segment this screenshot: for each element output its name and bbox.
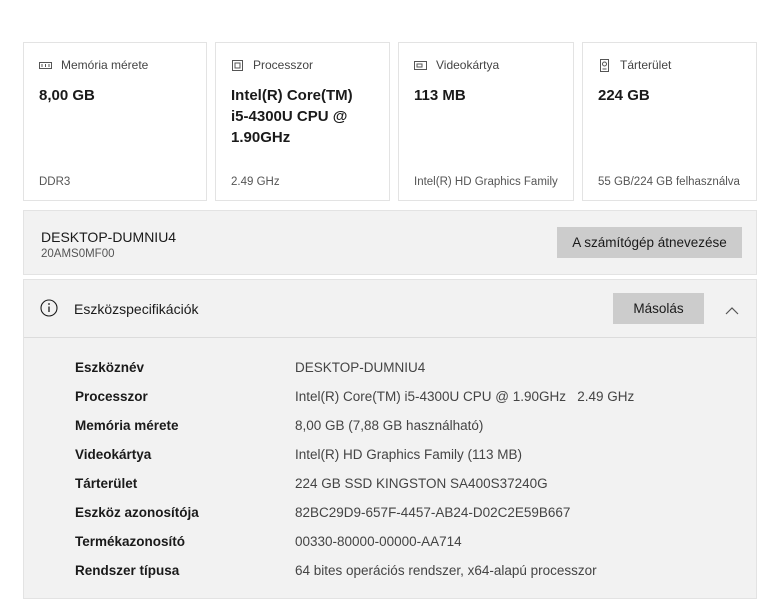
- processor-card-label: Processzor: [253, 58, 314, 72]
- memory-card-label: Memória mérete: [61, 58, 149, 72]
- chevron-up-icon[interactable]: [725, 302, 739, 315]
- storage-card-footer: 55 GB/224 GB felhasználva: [598, 176, 740, 188]
- spec-key: Termékazonosító: [75, 534, 186, 549]
- spec-value: Intel(R) HD Graphics Family (113 MB): [295, 447, 523, 462]
- memory-card-footer: DDR3: [39, 176, 71, 188]
- graphics-card-footer: Intel(R) HD Graphics Family: [414, 176, 558, 188]
- device-specifications-title: Eszközspecifikációk: [74, 301, 199, 317]
- spec-key: Memória mérete: [75, 418, 179, 433]
- spec-value: 8,00 GB (7,88 GB használható): [295, 418, 484, 433]
- spec-value: 82BC29D9-657F-4457-AB24-D02C2E59B667: [295, 505, 571, 520]
- hardware-summary-cards: Memória mérete 8,00 GB DDR3 Processzor I…: [23, 42, 757, 203]
- device-specifications-panel: Eszközspecifikációk Másolás Eszköznév DE…: [23, 279, 757, 599]
- storage-card: Tárterület 224 GB 55 GB/224 GB felhaszná…: [582, 42, 757, 201]
- spec-key: Eszköznév: [75, 360, 145, 375]
- spec-value: 64 bites operációs rendszer, x64-alapú p…: [295, 563, 597, 578]
- processor-card-value: Intel(R) Core(TM) i5-4300U CPU @ 1.90GHz: [231, 87, 353, 146]
- spec-value: DESKTOP-DUMNIU4: [295, 360, 426, 375]
- graphics-card: Videokártya 113 MB Intel(R) HD Graphics …: [398, 42, 574, 201]
- storage-card-label: Tárterület: [620, 58, 672, 72]
- graphics-card-label: Videokártya: [436, 58, 500, 72]
- copy-button[interactable]: Másolás: [613, 293, 704, 324]
- spec-key: Processzor: [75, 389, 148, 404]
- spec-key: Tárterület: [75, 476, 138, 491]
- memory-icon: [39, 59, 52, 72]
- spec-key: Eszköz azonosítója: [75, 505, 199, 520]
- spec-value: 224 GB SSD KINGSTON SA400S37240G: [295, 476, 548, 491]
- processor-icon: [231, 59, 244, 72]
- spec-key: Videokártya: [75, 447, 152, 462]
- info-icon: [40, 299, 58, 317]
- device-name: DESKTOP-DUMNIU4: [41, 229, 177, 245]
- memory-card-value: 8,00 GB: [39, 87, 95, 104]
- graphics-card-value: 113 MB: [414, 87, 466, 104]
- processor-card: Processzor Intel(R) Core(TM) i5-4300U CP…: [215, 42, 390, 201]
- storage-icon: [598, 58, 611, 72]
- memory-card: Memória mérete 8,00 GB DDR3: [23, 42, 207, 201]
- device-model: 20AMS0MF00: [41, 248, 115, 260]
- graphics-card-icon: [414, 59, 427, 72]
- storage-card-value: 224 GB: [598, 87, 650, 104]
- device-name-bar: DESKTOP-DUMNIU4 20AMS0MF00 A számítógép …: [23, 210, 757, 275]
- processor-card-footer: 2.49 GHz: [231, 176, 280, 188]
- spec-key: Rendszer típusa: [75, 563, 180, 578]
- spec-value: Intel(R) Core(TM) i5-4300U CPU @ 1.90GHz…: [295, 389, 635, 404]
- spec-value: 00330-80000-00000-AA714: [295, 534, 462, 549]
- rename-pc-button[interactable]: A számítógép átnevezése: [557, 227, 742, 258]
- device-specifications-header[interactable]: Eszközspecifikációk Másolás: [24, 280, 756, 338]
